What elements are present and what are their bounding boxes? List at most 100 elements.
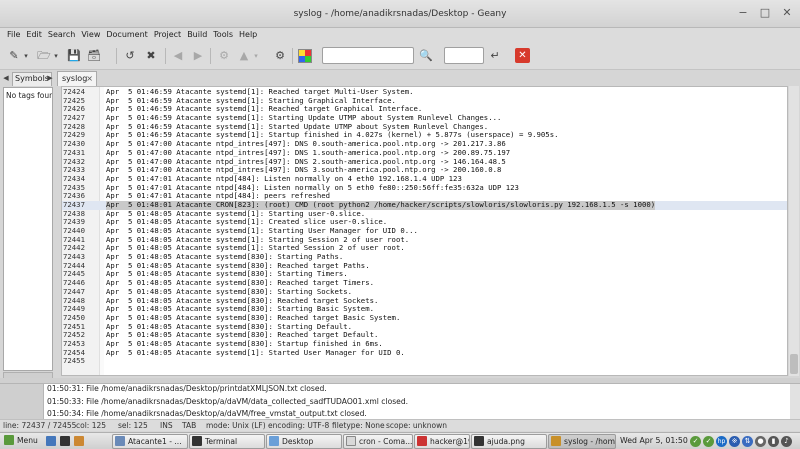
goto-line-icon[interactable]: ↵ [487, 48, 503, 64]
line-number: 72455 [63, 356, 85, 366]
message-panel: 01:50:31: File /home/anadikrsnadas/Deskt… [0, 383, 800, 420]
status-encoding: encoding: UTF-8 [268, 421, 330, 430]
task-ajuda[interactable]: ajuda.png [471, 434, 547, 449]
menu-search[interactable]: Search [45, 28, 78, 42]
task-hacker[interactable]: hacker@192.... [414, 434, 470, 449]
menu-edit[interactable]: Edit [23, 28, 45, 42]
menu-logo-icon [4, 435, 14, 445]
geany-icon [551, 436, 561, 446]
clock[interactable]: Wed Apr 5, 01:50 [620, 433, 688, 449]
start-menu-button[interactable]: Menu [2, 434, 42, 449]
image-viewer-icon [474, 436, 484, 446]
build-icon[interactable]: ▲ [236, 48, 252, 64]
status-filetype: filetype: None [332, 421, 385, 430]
folder-icon [269, 436, 279, 446]
search-input[interactable] [322, 47, 414, 64]
start-menu-label: Menu [17, 436, 38, 445]
tab-syslog[interactable]: syslog × [57, 71, 97, 86]
launcher-icon[interactable] [60, 436, 70, 446]
open-file-icon[interactable]: 🗁 [36, 48, 52, 64]
message-line: 01:50:31: File /home/anadikrsnadas/Deskt… [47, 384, 327, 393]
status-tab: TAB [182, 421, 197, 430]
remote-icon [417, 436, 427, 446]
new-dropdown-icon[interactable]: ▾ [22, 48, 30, 64]
check-icon[interactable]: ✓ [703, 436, 714, 447]
forward-icon[interactable]: ▶ [190, 48, 206, 64]
editor-lines: 72424 Apr 5 01:46:59 Atacante systemd[1]:… [62, 87, 787, 366]
document-tabs: syslog × [56, 70, 800, 86]
window-title: syslog - /home/anadikrsnadas/Desktop - G… [293, 9, 507, 19]
bluetooth-icon[interactable]: ※ [729, 436, 740, 447]
save-all-icon[interactable]: 🗃 [86, 48, 102, 64]
tab-symbols-label: Symbols [15, 74, 49, 83]
message-scrollbar[interactable] [790, 384, 800, 420]
color-chooser-icon[interactable] [298, 49, 312, 63]
status-scope: scope: unknown [386, 421, 447, 430]
close-file-icon[interactable]: ✖ [143, 48, 159, 64]
task-label: ajuda.png [487, 437, 525, 446]
vm-icon [115, 436, 125, 446]
sidebar-prev-icon[interactable]: ◀ [2, 72, 10, 84]
message-line: 01:50:34: File /home/anadikrsnadas/Deskt… [47, 409, 367, 418]
menu-document[interactable]: Document [103, 28, 150, 42]
tab-syslog-label: syslog [62, 74, 88, 83]
task-label: Desktop [282, 437, 314, 446]
task-syslog[interactable]: syslog - /hom... [548, 434, 616, 449]
task-atacante[interactable]: Atacante1 - ... [112, 434, 188, 449]
message-line: 01:50:33: File /home/anadikrsnadas/Deskt… [47, 397, 409, 406]
status-ins: INS [160, 421, 173, 430]
menu-help[interactable]: Help [236, 28, 260, 42]
status-col: col: 125 [76, 421, 107, 430]
hp-icon[interactable]: hp [716, 436, 727, 447]
maximize-icon[interactable]: □ [758, 6, 772, 20]
launcher-icon[interactable] [74, 436, 84, 446]
sidebar-tabs: ◀ Symbols ▶ [0, 70, 56, 86]
task-terminal[interactable]: Terminal [189, 434, 265, 449]
menu-bar: File Edit Search View Document Project B… [0, 28, 800, 42]
task-label: Terminal [205, 437, 238, 446]
battery-icon[interactable]: ▮ [768, 436, 779, 447]
quit-icon[interactable]: ✕ [515, 48, 530, 63]
no-tags-text: No tags found [6, 91, 52, 100]
new-file-icon[interactable]: ✎ [6, 48, 22, 64]
line-text: Apr 5 01:48:05 Atacante systemd[1]: Star… [106, 347, 405, 357]
editor-vscrollbar[interactable] [789, 86, 799, 376]
run-gear-icon[interactable]: ⚙ [272, 48, 288, 64]
terminal-icon [192, 436, 202, 446]
editor-scroll-thumb[interactable] [790, 354, 798, 374]
search-icon[interactable]: 🔍 [418, 48, 434, 64]
volume-icon[interactable]: ♪ [781, 436, 792, 447]
close-window-icon[interactable]: ✕ [780, 6, 794, 20]
update-icon[interactable]: ✓ [690, 436, 701, 447]
open-dropdown-icon[interactable]: ▾ [52, 48, 60, 64]
status-mode: mode: Unix (LF) [206, 421, 266, 430]
close-tab-icon[interactable]: × [86, 72, 93, 86]
menu-project[interactable]: Project [151, 28, 184, 42]
task-desktop[interactable]: Desktop [266, 434, 342, 449]
back-icon[interactable]: ◀ [170, 48, 186, 64]
minimize-icon[interactable]: − [736, 6, 750, 20]
goto-line-input[interactable] [444, 47, 484, 64]
launcher-icon[interactable] [46, 436, 56, 446]
code-line[interactable]: 72455 [62, 357, 787, 366]
menu-view[interactable]: View [78, 28, 103, 42]
taskbar: Menu Atacante1 - ... Terminal Desktop cr… [0, 432, 800, 449]
compile-icon[interactable]: ⚙ [216, 48, 232, 64]
status-bar: line: 72437 / 72455 col: 125 sel: 125 IN… [0, 419, 800, 431]
network-icon[interactable]: ⇅ [742, 436, 753, 447]
menu-file[interactable]: File [4, 28, 23, 42]
editor[interactable]: 72424 Apr 5 01:46:59 Atacante systemd[1]:… [61, 86, 788, 376]
task-label: hacker@192.... [430, 437, 469, 446]
code-line[interactable]: 72454 Apr 5 01:48:05 Atacante systemd[1]:… [62, 347, 787, 358]
task-label: syslog - /hom... [564, 437, 615, 446]
build-dropdown-icon[interactable]: ▾ [252, 48, 260, 64]
message-tabs[interactable] [0, 384, 44, 420]
sidebar-next-icon[interactable]: ▶ [46, 72, 54, 84]
shield-icon[interactable]: ● [755, 436, 766, 447]
save-icon[interactable]: 💾 [66, 48, 82, 64]
task-label: Atacante1 - ... [128, 437, 182, 446]
task-cron[interactable]: cron - Coma... [343, 434, 413, 449]
revert-icon[interactable]: ↺ [122, 48, 138, 64]
menu-build[interactable]: Build [184, 28, 210, 42]
menu-tools[interactable]: Tools [210, 28, 236, 42]
